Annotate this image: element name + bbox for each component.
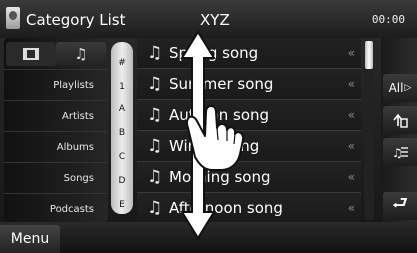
side-button-panel: All ▷ ♫ ⮐	[381, 38, 417, 222]
play-arrow-icon: ▷	[404, 83, 412, 93]
category-label: Songs	[63, 172, 94, 184]
category-list-screen: Category List XYZ 00:00 ♫ Playlists Arti…	[0, 0, 417, 253]
chevron-left-icon: «	[347, 139, 355, 153]
folder-up-button[interactable]	[383, 106, 417, 134]
list-item[interactable]: ♫ Winter song «	[137, 131, 361, 162]
index-letter[interactable]: C	[111, 152, 133, 162]
tab-video[interactable]	[6, 42, 56, 66]
list-item[interactable]: ♫ Morning song «	[137, 162, 361, 193]
category-label: Playlists	[53, 79, 94, 91]
index-letter[interactable]: E	[111, 200, 133, 210]
music-note-icon: ♫	[147, 43, 163, 63]
index-letter[interactable]: 1	[111, 82, 133, 92]
film-icon	[23, 48, 39, 60]
chevron-left-icon: «	[347, 170, 355, 184]
index-letter[interactable]: B	[111, 128, 133, 138]
folder-up-icon	[393, 113, 408, 128]
source-label: XYZ	[200, 11, 230, 29]
music-note-icon: ♫	[147, 74, 163, 94]
music-note-icon: ♫	[147, 198, 163, 218]
song-title: Afternoon song	[169, 199, 283, 217]
alphabet-index-bar[interactable]: # 1 A B C D E	[111, 42, 133, 214]
index-letter[interactable]: #	[111, 58, 133, 68]
category-item-podcasts[interactable]: Podcasts	[4, 193, 108, 224]
page-title: Category List	[26, 11, 126, 29]
list-item[interactable]: ♫ Spring song «	[137, 38, 361, 69]
category-label: Albums	[56, 141, 94, 153]
category-label: Podcasts	[49, 203, 94, 215]
music-note-icon: ♫	[147, 105, 163, 125]
index-letter[interactable]: A	[111, 104, 133, 114]
list-icon: ♫	[392, 146, 408, 160]
index-letter[interactable]: D	[111, 176, 133, 186]
list-scrollbar[interactable]	[364, 40, 374, 220]
list-item[interactable]: ♫ Summer song «	[137, 69, 361, 100]
clock: 00:00	[371, 13, 405, 26]
song-title: Morning song	[169, 168, 271, 186]
chevron-left-icon: «	[347, 201, 355, 215]
scroll-thumb[interactable]	[365, 41, 373, 69]
category-item-songs[interactable]: Songs	[4, 162, 108, 193]
category-panel: ♫ Playlists Artists Albums Songs Podcast…	[4, 38, 108, 222]
category-item-playlists[interactable]: Playlists	[4, 69, 108, 100]
menu-label: Menu	[10, 231, 50, 247]
media-player-icon	[6, 7, 20, 29]
return-icon: ⮐	[391, 193, 409, 214]
song-title: Spring song	[169, 44, 259, 62]
chevron-left-icon: «	[347, 77, 355, 91]
chevron-left-icon: «	[347, 46, 355, 60]
list-view-button[interactable]: ♫	[383, 138, 417, 166]
song-title: Autumn song	[169, 106, 270, 124]
menu-button[interactable]: Menu	[0, 225, 60, 253]
song-title: Winter song	[169, 137, 260, 155]
song-title: Summer song	[169, 75, 274, 93]
category-item-albums[interactable]: Albums	[4, 131, 108, 162]
music-note-icon: ♫	[147, 167, 163, 187]
header-bar: Category List XYZ 00:00	[0, 0, 417, 38]
all-button[interactable]: All ▷	[383, 74, 417, 102]
all-label: All	[388, 81, 404, 95]
tab-music[interactable]: ♫	[56, 42, 106, 66]
category-label: Artists	[62, 110, 94, 122]
music-note-icon: ♫	[74, 45, 88, 63]
list-item[interactable]: ♫ Afternoon song «	[137, 193, 361, 224]
chevron-left-icon: «	[347, 108, 355, 122]
footer-bar: Menu	[0, 222, 417, 253]
song-list: ♫ Spring song « ♫ Summer song « ♫ Autumn…	[137, 38, 361, 224]
list-item[interactable]: ♫ Autumn song «	[137, 100, 361, 131]
music-note-icon: ♫	[147, 136, 163, 156]
category-item-artists[interactable]: Artists	[4, 100, 108, 131]
return-button[interactable]: ⮐	[383, 192, 417, 220]
